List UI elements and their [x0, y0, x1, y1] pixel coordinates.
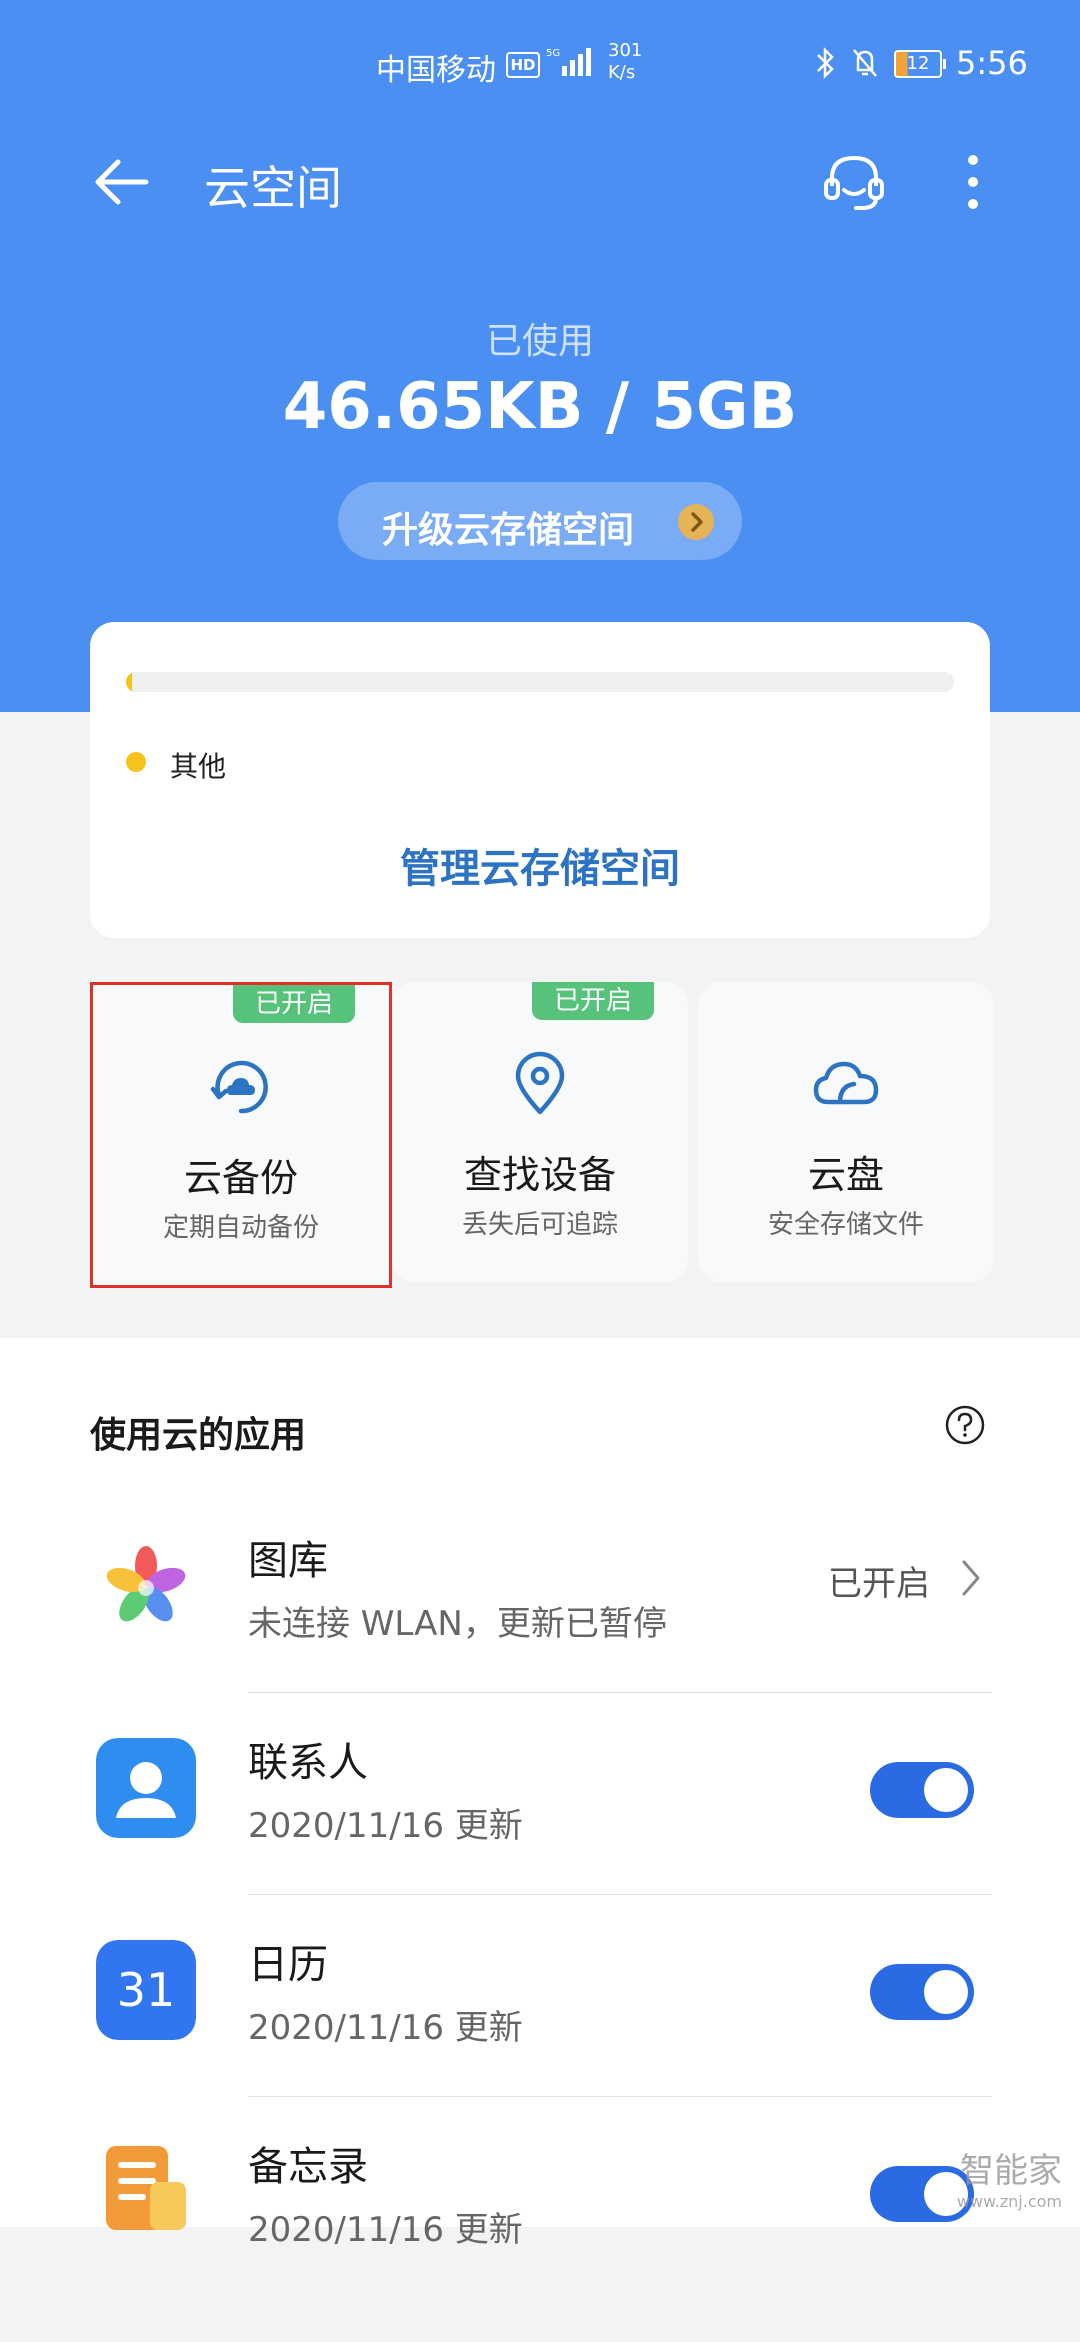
divider [248, 2096, 992, 2097]
feature-subtitle: 安全存储文件 [767, 1210, 924, 1240]
divider [248, 1894, 992, 1895]
battery-icon: 12 [894, 50, 946, 78]
cloud-drive-icon [813, 1061, 879, 1105]
gallery-icon [106, 1546, 186, 1622]
calendar-icon-label: 31 [117, 1963, 176, 2017]
watermark: 智能家 www.znj.com [956, 2151, 1062, 2211]
app-subtitle: 2020/11/16 更新 [248, 1806, 523, 1846]
storage-card: 其他 管理云存储空间 [90, 622, 990, 938]
storage-usage-bar [126, 672, 954, 692]
app-row-notes: 备忘录 2020/11/16 更新 [0, 2142, 1080, 2342]
network-speed: 301 K/s [608, 40, 643, 83]
customer-service-icon[interactable] [818, 146, 890, 218]
divider [248, 1692, 992, 1693]
app-subtitle: 未连接 WLAN，更新已暂停 [248, 1604, 667, 1644]
used-label: 已使用 [485, 321, 594, 362]
more-options-icon[interactable] [948, 146, 998, 218]
section-title: 使用云的应用 [90, 1415, 307, 1456]
chevron-right-icon [678, 504, 714, 540]
mute-bell-icon [853, 49, 877, 77]
cloud-apps-panel: 使用云的应用 图库 未连接 WLAN，更新已暂停 已开启 联系人 2020/11… [0, 1338, 1080, 2250]
feature-subtitle: 丢失后可追踪 [461, 1210, 618, 1240]
enabled-badge: 已开启 [532, 982, 654, 1020]
app-row-calendar: 31 日历 2020/11/16 更新 [0, 1940, 1080, 2140]
legend-label-other: 其他 [170, 750, 227, 783]
legend-dot-other [126, 752, 146, 772]
app-name: 图库 [248, 1538, 328, 1584]
bluetooth-icon [817, 46, 834, 80]
upgrade-storage-label: 升级云存储空间 [382, 510, 635, 551]
feature-card-cloud-backup[interactable]: 已开启 云备份 定期自动备份 [90, 982, 392, 1288]
location-pin-icon [515, 1051, 565, 1115]
manage-storage-link[interactable]: 管理云存储空间 [90, 836, 990, 894]
storage-usage-fill [126, 672, 132, 692]
app-name: 日历 [248, 1942, 328, 1988]
sync-toggle[interactable] [870, 1964, 974, 2020]
hd-badge: HD [506, 52, 540, 78]
chevron-right-icon [962, 1560, 980, 1596]
calendar-icon: 31 [96, 1940, 196, 2040]
page-title: 云空间 [204, 161, 342, 215]
upgrade-storage-button[interactable]: 升级云存储空间 [338, 482, 742, 560]
feature-title: 查找设备 [463, 1153, 616, 1197]
app-row-gallery[interactable]: 图库 未连接 WLAN，更新已暂停 已开启 [0, 1536, 1080, 1736]
feature-subtitle: 定期自动备份 [162, 1213, 319, 1243]
cloud-backup-icon [210, 1060, 268, 1114]
notes-icon [106, 2146, 186, 2230]
app-name: 联系人 [248, 1740, 368, 1786]
help-icon[interactable] [944, 1404, 986, 1446]
signal-icon: 5G [546, 48, 591, 76]
clock: 5:56 [956, 44, 1028, 82]
enabled-badge: 已开启 [233, 985, 355, 1023]
carrier-name: 中国移动 [376, 53, 496, 88]
app-status: 已开启 [828, 1564, 930, 1604]
sync-toggle[interactable] [870, 1762, 974, 1818]
feature-card-find-device[interactable]: 已开启 查找设备 丢失后可追踪 [392, 982, 688, 1282]
app-subtitle: 2020/11/16 更新 [248, 2008, 523, 2048]
feature-card-cloud-drive[interactable]: 云盘 安全存储文件 [698, 982, 994, 1282]
used-value: 46.65KB / 5GB [282, 370, 798, 444]
status-bar: 中国移动 HD 5G 301 K/s 12 5:56 [0, 0, 1080, 120]
app-row-contacts: 联系人 2020/11/16 更新 [0, 1738, 1080, 1938]
app-name: 备忘录 [248, 2144, 368, 2190]
back-arrow-icon[interactable] [90, 150, 154, 214]
feature-title: 云备份 [183, 1156, 298, 1200]
svg-text:5G: 5G [546, 48, 560, 59]
feature-title: 云盘 [807, 1153, 884, 1197]
contacts-icon [96, 1738, 196, 1838]
